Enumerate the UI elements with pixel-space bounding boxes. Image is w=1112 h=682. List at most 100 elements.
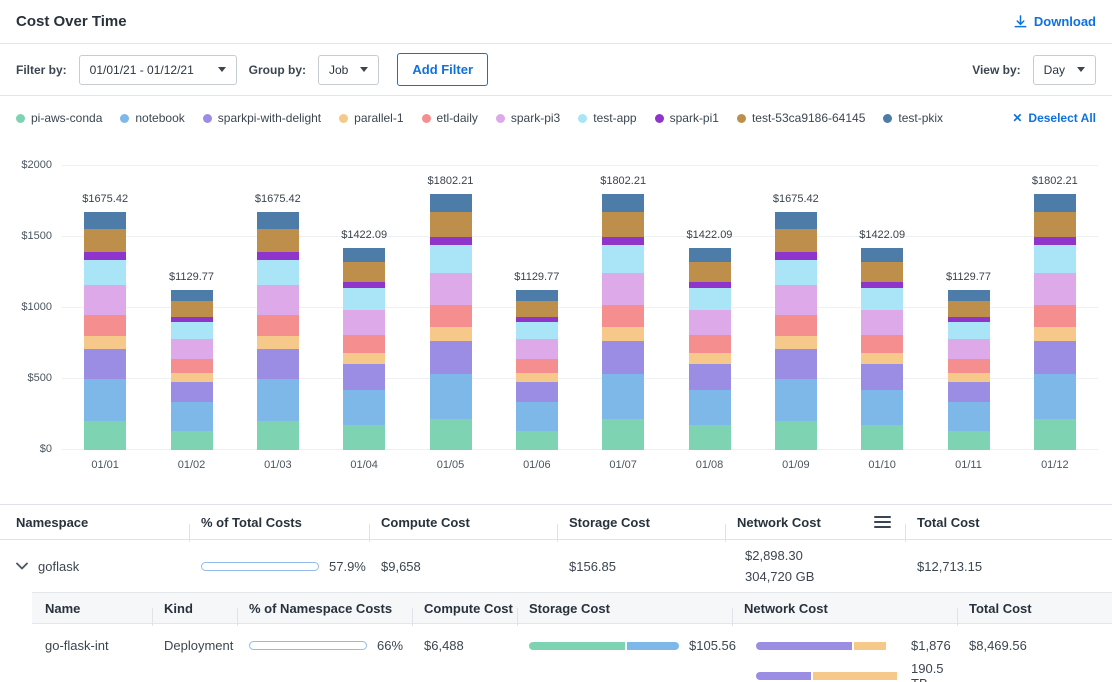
download-label: Download [1034, 14, 1096, 29]
bar-segment-test-pkix [861, 248, 903, 262]
group-by-select[interactable]: Job [318, 55, 379, 85]
bar-total-label: $1129.77 [497, 271, 577, 283]
gridline [62, 165, 1098, 166]
view-by-select[interactable]: Day [1033, 55, 1096, 85]
bar-segment-notebook [343, 390, 385, 426]
bar-segment-test-pkix [516, 290, 558, 302]
bar-segment-etl-daily [1034, 305, 1076, 327]
bar-total-label: $1675.42 [238, 193, 318, 205]
legend-item-test-53ca9186-64145[interactable]: test-53ca9186-64145 [737, 111, 865, 125]
chevron-down-icon [218, 67, 226, 72]
gridline [62, 378, 1098, 379]
chart-bar-01/08[interactable] [689, 248, 731, 450]
legend-item-spark-pi1[interactable]: spark-pi1 [655, 111, 719, 125]
legend-item-pi-aws-conda[interactable]: pi-aws-conda [16, 111, 102, 125]
bar-segment-pi-aws-conda [84, 421, 126, 450]
add-filter-button[interactable]: Add Filter [397, 53, 488, 86]
chart-bar-01/10[interactable] [861, 248, 903, 450]
bar-total-label: $1422.09 [842, 229, 922, 241]
bar-segment-parallel-1 [257, 336, 299, 349]
chart-bar-01/04[interactable] [343, 248, 385, 450]
deselect-all-label: Deselect All [1028, 111, 1096, 125]
bar-segment-etl-daily [689, 335, 731, 352]
bar-segment-test-app [689, 288, 731, 310]
col-total-cost: Total Cost [957, 601, 1112, 616]
bar-segment [529, 642, 625, 650]
bar-segment-spark-pi1 [257, 252, 299, 260]
legend-item-test-app[interactable]: test-app [578, 111, 636, 125]
bar-segment-test-53ca9186-64145 [430, 212, 472, 237]
network-cost-bar [756, 642, 901, 650]
chart-bar-01/03[interactable] [257, 212, 299, 450]
legend-item-etl-daily[interactable]: etl-daily [422, 111, 478, 125]
bar-segment-spark-pi3 [775, 285, 817, 315]
workloads-subtable: Name Kind % of Namespace Costs Compute C… [32, 592, 1112, 682]
bar-segment [813, 672, 897, 680]
legend-label: test-app [593, 111, 636, 125]
bar-segment-test-53ca9186-64145 [689, 262, 731, 282]
cost-over-time-page: Cost Over Time Download Filter by: 01/01… [0, 0, 1112, 682]
bar-segment-sparkpi-with-delight [861, 364, 903, 390]
legend-dot [120, 114, 129, 123]
bar-segment-notebook [516, 402, 558, 430]
chart-bar-01/07[interactable] [602, 194, 644, 450]
deselect-all-button[interactable]: ✕ Deselect All [1012, 111, 1096, 125]
date-range-select[interactable]: 01/01/21 - 01/12/21 [79, 55, 237, 85]
legend-label: test-pkix [898, 111, 943, 125]
legend-items: pi-aws-conda notebook sparkpi-with-delight… [16, 111, 943, 125]
bar-segment-etl-daily [343, 335, 385, 352]
bar-segment-parallel-1 [171, 373, 213, 382]
bar-segment-notebook [602, 374, 644, 419]
bar-segment-spark-pi3 [689, 310, 731, 335]
bar-total-label: $1675.42 [756, 193, 836, 205]
legend-item-test-pkix[interactable]: test-pkix [883, 111, 943, 125]
bar-segment-etl-daily [257, 315, 299, 336]
bar-segment-sparkpi-with-delight [516, 382, 558, 403]
bar-total-label: $1802.21 [1015, 175, 1095, 187]
x-axis-tick-label: 01/03 [248, 459, 308, 471]
download-button[interactable]: Download [1013, 14, 1096, 29]
chart-bar-01/06[interactable] [516, 290, 558, 450]
bar-total-label: $1422.09 [670, 229, 750, 241]
bar-total-label: $1802.21 [583, 175, 663, 187]
legend-item-parallel-1[interactable]: parallel-1 [339, 111, 403, 125]
table-row: go-flask-int Deployment 66% $6,488 $105.… [32, 624, 1112, 682]
namespace-expander[interactable]: goflask [0, 559, 189, 574]
namespace-table: Namespace % of Total Costs Compute Cost … [0, 504, 1112, 682]
chart-bar-01/09[interactable] [775, 212, 817, 450]
bar-segment-test-53ca9186-64145 [602, 212, 644, 237]
legend-item-spark-pi3[interactable]: spark-pi3 [496, 111, 560, 125]
page-header: Cost Over Time Download [0, 0, 1112, 44]
chart-bar-01/12[interactable] [1034, 194, 1076, 450]
bar-segment-parallel-1 [343, 353, 385, 364]
legend-item-notebook[interactable]: notebook [120, 111, 184, 125]
bar-segment-test-53ca9186-64145 [948, 301, 990, 317]
workload-name[interactable]: go-flask-int [32, 638, 152, 653]
bar-segment-notebook [84, 379, 126, 421]
chart-bar-01/01[interactable] [84, 212, 126, 450]
bar-segment-test-pkix [343, 248, 385, 262]
bar-segment-parallel-1 [602, 327, 644, 341]
chart-bar-01/05[interactable] [430, 194, 472, 450]
bar-segment [854, 642, 886, 650]
storage-cost-value: $156.85 [557, 559, 725, 574]
network-cost-line: $1,876 [756, 638, 957, 653]
filter-by-label: Filter by: [16, 63, 67, 77]
chart-bar-01/11[interactable] [948, 290, 990, 450]
legend-item-sparkpi-with-delight[interactable]: sparkpi-with-delight [203, 111, 321, 125]
x-axis-tick-label: 01/05 [421, 459, 481, 471]
namespace-table-header: Namespace % of Total Costs Compute Cost … [0, 504, 1112, 540]
bar-segment-test-53ca9186-64145 [775, 229, 817, 252]
bar-segment-test-app [775, 260, 817, 286]
chart-plot-area: $1675.42 $1129.77 $1675.42 $1422.09 $1802.21… [62, 166, 1098, 450]
bar-segment-notebook [775, 379, 817, 421]
legend-dot [422, 114, 431, 123]
storage-usage-bar [529, 642, 679, 650]
column-menu-icon[interactable] [874, 516, 891, 528]
group-by-label: Group by: [249, 63, 306, 77]
col-compute-cost: Compute Cost [369, 515, 557, 530]
bar-segment-spark-pi3 [257, 285, 299, 315]
chart-bar-01/02[interactable] [171, 290, 213, 450]
col-network-cost: Network Cost [732, 601, 957, 616]
bar-segment-pi-aws-conda [430, 419, 472, 450]
